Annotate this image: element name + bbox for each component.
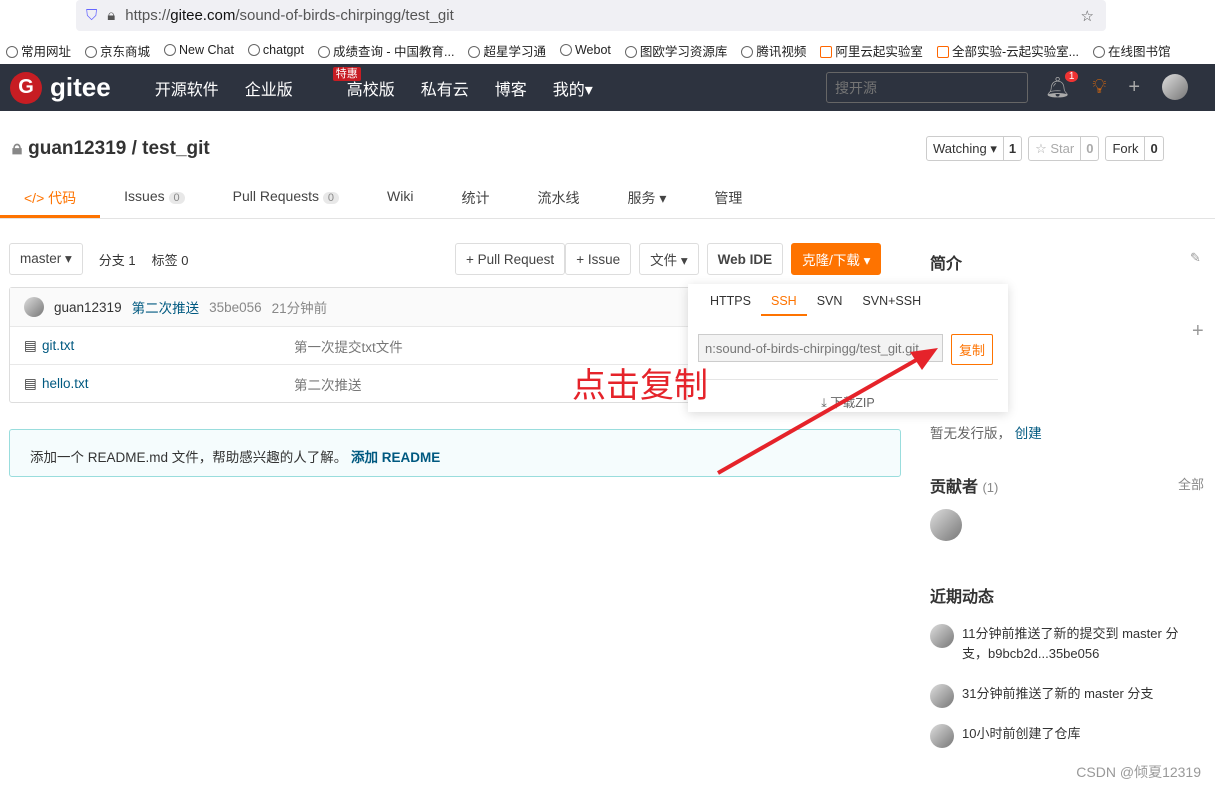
lightning-icon	[624, 45, 637, 58]
web-ide-button[interactable]: Web IDE	[706, 243, 784, 275]
nav-open-source[interactable]: 开源软件	[155, 76, 219, 100]
url-domain: gitee.com	[170, 7, 236, 24]
nav-private-cloud[interactable]: 私有云	[421, 76, 469, 100]
nav-mine[interactable]: 我的▾	[553, 76, 593, 100]
bookmark[interactable]: New Chat	[164, 43, 234, 57]
add-readme-link[interactable]: 添加 README	[351, 450, 440, 465]
webot-icon	[559, 44, 572, 56]
star-bookmark-icon[interactable]: ☆	[1081, 7, 1094, 25]
activity-item: 10小时前创建了仓库	[930, 724, 1200, 748]
bookmark[interactable]: Webot	[559, 43, 611, 57]
globe-icon	[85, 45, 98, 58]
lock-icon: 🔒︎	[12, 138, 23, 159]
address-bar[interactable]: ⛉ 🔒︎ https://gitee.com/sound-of-birds-ch…	[76, 0, 1106, 31]
aliyun-icon	[936, 45, 949, 58]
bookmarks-bar: 常用网址 京东商城 New Chat chatgpt 成绩查询 - 中国教育..…	[0, 38, 1215, 62]
url-path: /sound-of-birds-chirpingg/test_git	[235, 7, 454, 24]
tab-manage[interactable]: 管理	[690, 178, 766, 218]
bookmark[interactable]: 常用网址	[6, 41, 71, 60]
intro-heading: 简介	[930, 256, 963, 273]
tab-pull-requests[interactable]: Pull Requests 0	[209, 178, 363, 218]
bookmark[interactable]: 全部实验-云起实验室...	[936, 41, 1079, 60]
tags-link[interactable]: 标签 0	[152, 250, 189, 269]
file-icon: ▤	[24, 375, 37, 391]
annotation-arrow	[717, 348, 938, 475]
create-release-link[interactable]: 创建	[1015, 426, 1042, 441]
watermark: CSDN @倾夏12319	[1076, 764, 1201, 780]
activity-item: 11分钟前推送了新的提交到 master 分支，b9bcb2d...35be05…	[930, 624, 1200, 664]
commit-hash[interactable]: 35be056	[209, 300, 262, 315]
branch-select[interactable]: master ▾	[9, 243, 83, 275]
file-icon: ▤	[24, 337, 37, 353]
clone-download-button[interactable]: 克隆/下载 ▾	[791, 243, 882, 275]
bookmark[interactable]: 腾讯视频	[741, 41, 806, 60]
url-prefix: https://	[125, 7, 171, 24]
contributor-avatar[interactable]	[930, 509, 962, 541]
branches-link[interactable]: 分支 1	[99, 250, 136, 269]
activity-heading: 近期动态	[930, 589, 995, 606]
release-text: 暂无发行版，	[930, 426, 1011, 441]
notification-count: 1	[1064, 70, 1079, 82]
repo-name[interactable]: guan12319 / test_git	[28, 138, 210, 160]
tab-svn-ssh[interactable]: SVN+SSH	[852, 292, 931, 316]
watch-button[interactable]: Watching ▾ 1	[926, 136, 1023, 161]
avatar	[24, 297, 44, 317]
gitee-logo[interactable]: Ggitee	[10, 71, 111, 104]
plus-icon[interactable]: +	[1192, 320, 1204, 343]
repo-title: 🔒︎ guan12319 / test_git	[12, 138, 210, 160]
fork-button[interactable]: Fork 0	[1105, 136, 1164, 161]
shield-icon: ⛉	[86, 7, 98, 24]
globe-icon	[468, 45, 481, 58]
tab-pipeline[interactable]: 流水线	[513, 178, 603, 218]
nav-enterprise[interactable]: 企业版特惠	[245, 66, 361, 100]
top-nav: Ggitee 开源软件 企业版特惠 高校版 私有云 博客 我的▾	[0, 64, 1215, 111]
bookmark[interactable]: 成绩查询 - 中国教育...	[317, 41, 454, 60]
video-icon	[741, 45, 754, 58]
nav-blog[interactable]: 博客	[495, 76, 527, 100]
tab-svn[interactable]: SVN	[807, 292, 853, 316]
tab-wiki[interactable]: Wiki	[363, 178, 437, 218]
star-button[interactable]: ☆ Star 0	[1028, 136, 1100, 161]
globe-icon	[1093, 45, 1106, 58]
contributors-heading: 贡献者	[930, 479, 979, 496]
openai-icon	[164, 44, 177, 56]
chatgpt-icon	[247, 44, 260, 56]
commit-time: 21分钟前	[271, 301, 328, 316]
edit-icon[interactable]: ✎	[1190, 250, 1201, 266]
tab-issues[interactable]: Issues 0	[100, 178, 208, 218]
tab-ssh[interactable]: SSH	[760, 292, 807, 316]
plus-icon[interactable]: +	[1128, 76, 1140, 99]
tab-stats[interactable]: 统计	[437, 178, 513, 218]
aliyun-icon	[820, 45, 833, 58]
bell-icon[interactable]: 🔔︎ 1	[1045, 70, 1079, 100]
repo-tabs: </> 代码 Issues 0 Pull Requests 0 Wiki 统计 …	[0, 178, 1215, 219]
copy-button[interactable]: 复制	[951, 334, 994, 365]
pull-request-button[interactable]: + Pull Request	[455, 243, 566, 275]
bookmark[interactable]: 图欧学习资源库	[624, 41, 727, 60]
folder-icon	[6, 45, 18, 58]
bookmark[interactable]: 阿里云起实验室	[820, 41, 923, 60]
edu-icon	[317, 45, 330, 58]
file-button[interactable]: 文件 ▾	[639, 243, 699, 275]
nav-edu[interactable]: 高校版	[347, 76, 395, 100]
issue-button[interactable]: + Issue	[565, 243, 632, 275]
lock-icon: 🔒︎	[107, 7, 116, 24]
annotation-text: 点击复制	[572, 367, 708, 405]
bookmark[interactable]: 京东商城	[85, 41, 150, 60]
commit-author[interactable]: guan12319	[54, 300, 122, 315]
tab-https[interactable]: HTTPS	[700, 292, 761, 316]
lightbulb-icon[interactable]: 💡︎	[1092, 76, 1106, 99]
all-contributors-link[interactable]: 全部	[1178, 474, 1204, 493]
bookmark[interactable]: chatgpt	[247, 43, 304, 57]
tab-code[interactable]: </> 代码	[0, 178, 101, 218]
bookmark[interactable]: 在线图书馆	[1093, 41, 1171, 60]
bookmark[interactable]: 超星学习通	[468, 41, 546, 60]
commit-message[interactable]: 第二次推送	[132, 297, 200, 317]
activity-item: 31分钟前推送了新的 master 分支	[930, 684, 1200, 708]
search-input[interactable]	[826, 72, 1028, 103]
tab-services[interactable]: 服务 ▾	[603, 178, 690, 218]
avatar[interactable]	[1162, 74, 1189, 100]
